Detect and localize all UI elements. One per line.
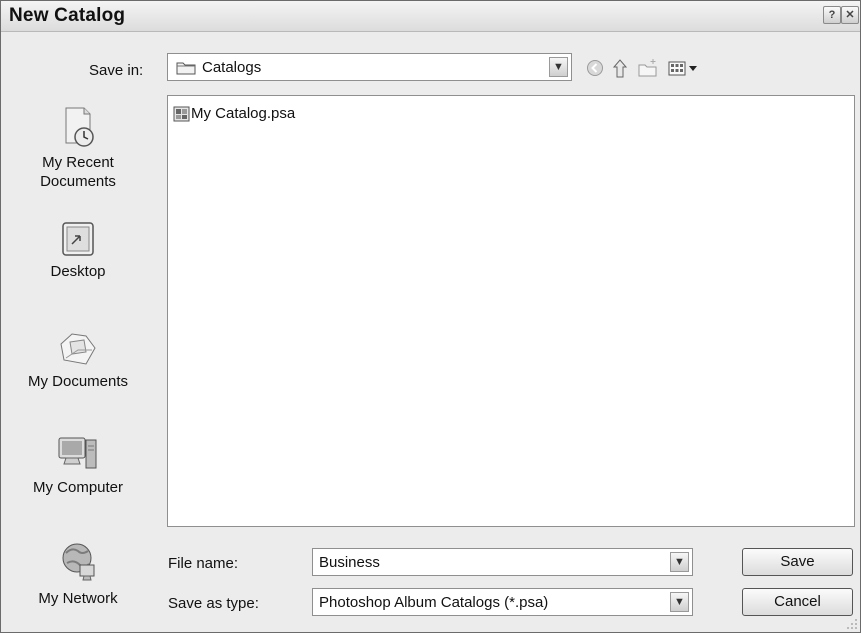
save-as-type-value: Photoshop Album Catalogs (*.psa) xyxy=(319,594,549,611)
save-as-type-dropdown[interactable]: Photoshop Album Catalogs (*.psa) ▼ xyxy=(312,588,693,616)
resize-grip-icon[interactable] xyxy=(846,618,858,630)
places-bar: My Recent Documents Desktop My Documents xyxy=(7,93,149,629)
back-icon[interactable] xyxy=(585,57,605,79)
file-name-input[interactable]: Business ▼ xyxy=(312,548,693,576)
file-name-label: File name: xyxy=(168,555,239,572)
title-bar[interactable]: New Catalog ? ✕ xyxy=(1,1,860,32)
recent-documents-icon xyxy=(65,107,94,147)
save-in-dropdown[interactable]: Catalogs ▼ xyxy=(167,53,572,81)
chevron-down-icon[interactable]: ▼ xyxy=(549,57,568,77)
save-in-value: Catalogs xyxy=(202,59,262,76)
catalog-file-icon xyxy=(173,106,190,122)
place-label: My Network xyxy=(38,590,118,607)
folder-icon xyxy=(176,62,196,75)
file-name: My Catalog.psa xyxy=(191,105,296,122)
views-menu-icon[interactable] xyxy=(668,57,702,79)
desktop-icon xyxy=(62,222,94,256)
help-button[interactable]: ? xyxy=(823,6,841,24)
close-button[interactable]: ✕ xyxy=(841,6,859,24)
my-documents-icon xyxy=(60,333,96,365)
new-folder-icon[interactable] xyxy=(637,57,659,79)
place-desktop[interactable]: Desktop xyxy=(7,220,149,281)
dialog-title: New Catalog xyxy=(9,5,126,26)
place-label: My Recent Documents xyxy=(40,154,116,190)
place-my-documents[interactable]: My Documents xyxy=(7,330,149,391)
place-my-recent-documents[interactable]: My Recent Documents xyxy=(7,105,149,191)
place-label: My Documents xyxy=(27,373,129,390)
chevron-down-icon[interactable]: ▼ xyxy=(670,552,689,572)
my-computer-icon xyxy=(58,437,97,469)
save-in-label: Save in: xyxy=(89,62,144,79)
my-network-icon xyxy=(62,543,95,581)
save-button[interactable]: Save xyxy=(742,548,853,576)
chevron-down-icon[interactable]: ▼ xyxy=(670,592,689,612)
save-as-type-label: Save as type: xyxy=(168,595,259,612)
new-catalog-dialog: New Catalog ? ✕ Save in: Catalogs ▼ My R… xyxy=(0,0,861,633)
file-list[interactable]: My Catalog.psa xyxy=(167,95,855,527)
up-folder-icon[interactable] xyxy=(610,57,630,79)
place-my-computer[interactable]: My Computer xyxy=(7,434,149,497)
place-label: Desktop xyxy=(50,263,106,280)
place-label: My Computer xyxy=(32,479,124,496)
cancel-button[interactable]: Cancel xyxy=(742,588,853,616)
file-name-value: Business xyxy=(319,554,380,571)
place-my-network[interactable]: My Network xyxy=(7,541,149,608)
